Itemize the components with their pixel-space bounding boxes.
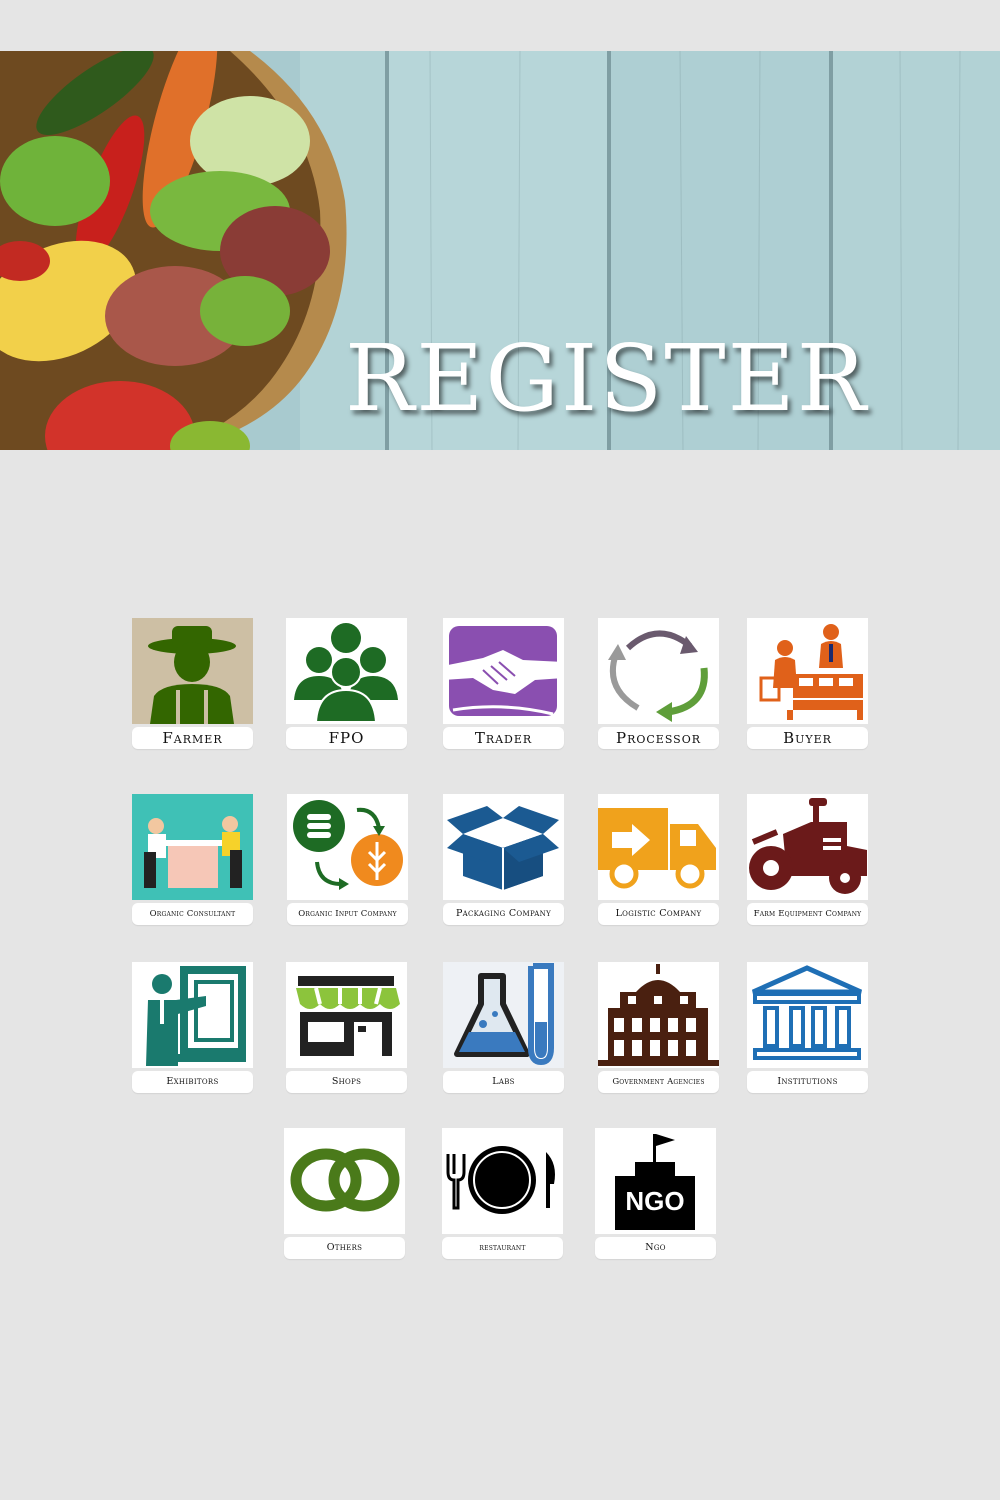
ngo-building-icon: NGO [595, 1128, 716, 1234]
institution-columns-icon [747, 962, 868, 1068]
register-tile-fpo[interactable]: FPO [286, 618, 407, 749]
register-tile-government-agencies[interactable]: Government Agencies [598, 962, 719, 1093]
tile-label: Organic Consultant [132, 903, 253, 925]
register-tile-organic-input-company[interactable]: Organic Input Company [287, 794, 408, 925]
tile-label: Exhibitors [132, 1071, 253, 1093]
register-tile-exhibitors[interactable]: Exhibitors [132, 962, 253, 1093]
register-banner: REGISTER [0, 51, 1000, 450]
register-tile-others[interactable]: Others [284, 1128, 405, 1259]
tile-label: Shops [286, 1071, 407, 1093]
consultation-icon [132, 794, 253, 900]
tile-label: Logistic Company [598, 903, 719, 925]
page-title: REGISTER [345, 325, 869, 432]
register-tile-packaging-company[interactable]: Packaging Company [443, 794, 564, 925]
svg-text:NGO: NGO [625, 1186, 684, 1216]
handshake-icon [443, 618, 564, 724]
register-tile-farmer[interactable]: Farmer [132, 618, 253, 749]
plate-cutlery-icon [442, 1128, 563, 1234]
tractor-icon [747, 794, 868, 900]
register-tile-trader[interactable]: Trader [443, 618, 564, 749]
tile-label: FPO [286, 727, 407, 749]
register-tile-ngo[interactable]: NGO Ngo [595, 1128, 716, 1259]
open-box-icon [443, 794, 564, 900]
tile-label: Processor [598, 727, 719, 749]
register-tile-processor[interactable]: Processor [598, 618, 719, 749]
tile-label: Packaging Company [443, 903, 564, 925]
tile-label: Trader [443, 727, 564, 749]
tile-label: Others [284, 1237, 405, 1259]
cycle-arrows-icon [598, 618, 719, 724]
register-tile-labs[interactable]: Labs [443, 962, 564, 1093]
market-stall-icon [747, 618, 868, 724]
tile-label: Farmer [132, 727, 253, 749]
register-tile-institutions[interactable]: Institutions [747, 962, 868, 1093]
register-tile-buyer[interactable]: Buyer [747, 618, 868, 749]
tile-label: Buyer [747, 727, 868, 749]
storefront-icon [286, 962, 407, 1068]
tile-label: Farm Equipment Company [747, 903, 868, 925]
government-building-icon [598, 962, 719, 1068]
farmer-icon [132, 618, 253, 724]
coins-exchange-icon [287, 794, 408, 900]
presenter-board-icon [132, 962, 253, 1068]
tile-label: Ngo [595, 1237, 716, 1259]
register-tile-farm-equipment-company[interactable]: Farm Equipment Company [747, 794, 868, 925]
tile-label: Organic Input Company [287, 903, 408, 925]
group-icon [286, 618, 407, 724]
lab-flask-icon [443, 962, 564, 1068]
register-tile-shops[interactable]: Shops [286, 962, 407, 1093]
tile-label: Government Agencies [598, 1071, 719, 1093]
tile-label: restaurant [442, 1237, 563, 1259]
register-tile-restaurant[interactable]: restaurant [442, 1128, 563, 1259]
chain-links-icon [284, 1128, 405, 1234]
tile-label: Institutions [747, 1071, 868, 1093]
register-tile-organic-consultant[interactable]: Organic Consultant [132, 794, 253, 925]
delivery-truck-icon [598, 794, 719, 900]
register-tile-logistic-company[interactable]: Logistic Company [598, 794, 719, 925]
tile-label: Labs [443, 1071, 564, 1093]
